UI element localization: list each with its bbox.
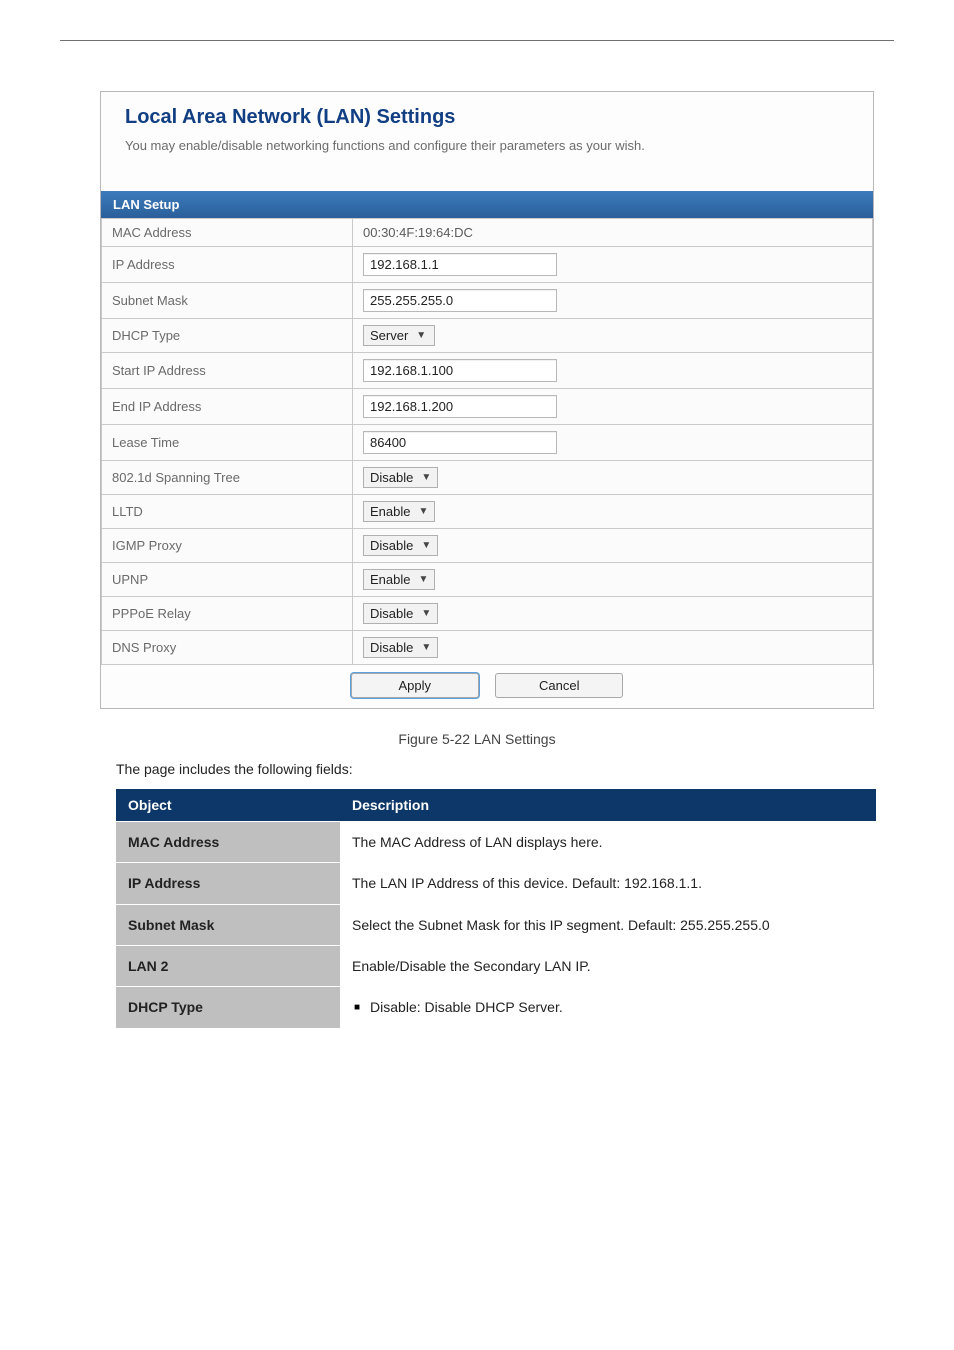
cell-object: DHCP Type xyxy=(116,987,340,1028)
select-igmp-proxy[interactable]: Disable ▼ xyxy=(363,535,438,556)
table-row: MAC Address The MAC Address of LAN displ… xyxy=(116,822,876,863)
select-igmp-proxy-value: Disable xyxy=(370,538,413,553)
select-pppoe-relay-value: Disable xyxy=(370,606,413,621)
chevron-down-icon: ▼ xyxy=(421,540,431,551)
table-row: LAN 2 Enable/Disable the Secondary LAN I… xyxy=(116,946,876,987)
cell-description: Enable/Disable the Secondary LAN IP. xyxy=(340,946,876,987)
label-mac-address: MAC Address xyxy=(102,219,353,247)
table-header-object: Object xyxy=(116,789,340,822)
select-lltd-value: Enable xyxy=(370,504,410,519)
label-dhcp-type: DHCP Type xyxy=(102,319,353,353)
select-upnp[interactable]: Enable ▼ xyxy=(363,569,435,590)
panel-description: You may enable/disable networking functi… xyxy=(125,137,745,155)
select-dhcp-type-value: Server xyxy=(370,328,408,343)
cell-description: The MAC Address of LAN displays here. xyxy=(340,822,876,863)
label-dns-proxy: DNS Proxy xyxy=(102,631,353,665)
cell-description: ■ Disable: Disable DHCP Server. xyxy=(340,987,876,1028)
select-spanning-tree[interactable]: Disable ▼ xyxy=(363,467,438,488)
select-upnp-value: Enable xyxy=(370,572,410,587)
chevron-down-icon: ▼ xyxy=(421,608,431,619)
label-end-ip: End IP Address xyxy=(102,389,353,425)
chevron-down-icon: ▼ xyxy=(416,330,426,341)
label-spanning-tree: 802.1d Spanning Tree xyxy=(102,461,353,495)
chevron-down-icon: ▼ xyxy=(418,574,428,585)
input-ip-address[interactable] xyxy=(363,253,557,276)
bullet-icon: ■ xyxy=(354,1001,360,1016)
input-start-ip[interactable] xyxy=(363,359,557,382)
cell-description: The LAN IP Address of this device. Defau… xyxy=(340,863,876,904)
label-lltd: LLTD xyxy=(102,495,353,529)
table-header-description: Description xyxy=(340,789,876,822)
table-row: DHCP Type ■ Disable: Disable DHCP Server… xyxy=(116,987,876,1028)
input-subnet-mask[interactable] xyxy=(363,289,557,312)
input-lease-time[interactable] xyxy=(363,431,557,454)
top-divider xyxy=(60,40,894,41)
cell-object: Subnet Mask xyxy=(116,904,340,945)
section-header-lan-setup: LAN Setup xyxy=(101,191,873,218)
value-mac-address: 00:30:4F:19:64:DC xyxy=(353,219,873,247)
chevron-down-icon: ▼ xyxy=(421,472,431,483)
label-lease-time: Lease Time xyxy=(102,425,353,461)
lan-setup-table: MAC Address 00:30:4F:19:64:DC IP Address… xyxy=(101,218,873,665)
chevron-down-icon: ▼ xyxy=(421,642,431,653)
figure-caption: Figure 5-22 LAN Settings xyxy=(60,731,894,747)
label-subnet-mask: Subnet Mask xyxy=(102,283,353,319)
select-dns-proxy-value: Disable xyxy=(370,640,413,655)
select-dns-proxy[interactable]: Disable ▼ xyxy=(363,637,438,658)
input-end-ip[interactable] xyxy=(363,395,557,418)
cell-object: IP Address xyxy=(116,863,340,904)
chevron-down-icon: ▼ xyxy=(418,506,428,517)
select-dhcp-type[interactable]: Server ▼ xyxy=(363,325,435,346)
panel-title: Local Area Network (LAN) Settings xyxy=(125,106,849,129)
cell-object: MAC Address xyxy=(116,822,340,863)
lan-settings-panel: Local Area Network (LAN) Settings You ma… xyxy=(100,91,874,709)
table-row: Subnet Mask Select the Subnet Mask for t… xyxy=(116,904,876,945)
label-igmp-proxy: IGMP Proxy xyxy=(102,529,353,563)
bullet-text: Disable: Disable DHCP Server. xyxy=(370,997,563,1017)
label-pppoe-relay: PPPoE Relay xyxy=(102,597,353,631)
intro-text: The page includes the following fields: xyxy=(116,761,894,777)
label-ip-address: IP Address xyxy=(102,247,353,283)
cell-object: LAN 2 xyxy=(116,946,340,987)
select-spanning-tree-value: Disable xyxy=(370,470,413,485)
object-description-table: Object Description MAC Address The MAC A… xyxy=(116,789,876,1028)
select-lltd[interactable]: Enable ▼ xyxy=(363,501,435,522)
label-upnp: UPNP xyxy=(102,563,353,597)
label-start-ip: Start IP Address xyxy=(102,353,353,389)
cell-description: Select the Subnet Mask for this IP segme… xyxy=(340,904,876,945)
select-pppoe-relay[interactable]: Disable ▼ xyxy=(363,603,438,624)
cancel-button[interactable]: Cancel xyxy=(495,673,623,698)
table-row: IP Address The LAN IP Address of this de… xyxy=(116,863,876,904)
apply-button[interactable]: Apply xyxy=(351,673,479,698)
